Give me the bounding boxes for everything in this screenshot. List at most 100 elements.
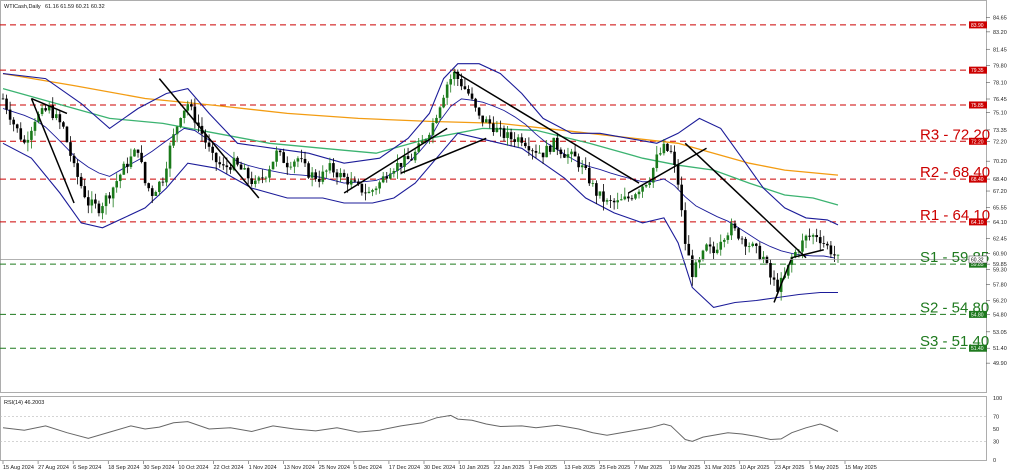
candle-body (62, 122, 65, 127)
candle-body (531, 150, 534, 152)
candle-body (669, 150, 673, 152)
candle-body (619, 199, 623, 201)
candle-body (236, 157, 239, 165)
candle-body (499, 127, 502, 129)
candle-body (275, 150, 278, 162)
y-tick-label: 65.55 (993, 205, 1007, 211)
y-tick-label: 68.40 (993, 177, 1007, 183)
candle-body (314, 172, 317, 179)
candle-body (229, 167, 232, 170)
y-tick-label: 64.10 (993, 220, 1007, 226)
candle-body (442, 97, 445, 108)
candle-body (243, 168, 246, 170)
candle-body (602, 191, 605, 202)
candle-body (101, 206, 104, 214)
candle-body (225, 165, 229, 168)
x-tick-label: 10 Jan 2025 (459, 465, 489, 471)
x-tick-label: 18 Sep 2024 (108, 465, 139, 471)
candle-body (293, 161, 296, 167)
candle-body (328, 163, 332, 171)
y-tick-label: 60.90 (993, 252, 1007, 258)
candle-body (630, 198, 634, 200)
candle-body (143, 162, 147, 184)
candle-body (90, 199, 94, 206)
y-tick-label: 49.90 (993, 361, 1007, 367)
rsi-y-tick-label: 0 (993, 458, 996, 464)
candle-body (129, 156, 133, 167)
level-price-tag-text: 79.35 (971, 68, 984, 74)
x-tick-label: 25 Feb 2025 (599, 465, 630, 471)
candle-body (214, 152, 218, 163)
x-tick-label: 15 Aug 2024 (3, 465, 34, 471)
candle-body (470, 93, 474, 99)
candle-body (250, 178, 254, 185)
candle-body (495, 127, 499, 132)
candle-body (115, 181, 119, 188)
candle-body (360, 183, 364, 193)
candle-body (541, 152, 545, 158)
candle-body (612, 200, 616, 203)
x-tick-label: 10 Apr 2025 (740, 465, 770, 471)
candle-body (30, 130, 33, 140)
candle-body (744, 238, 747, 247)
x-tick-label: 3 Feb 2025 (529, 465, 557, 471)
candle-body (282, 152, 286, 163)
candle-body (811, 235, 815, 237)
candle-body (150, 188, 154, 196)
candle-body (118, 174, 122, 182)
candle-body (488, 119, 492, 124)
candle-body (175, 126, 179, 135)
candle-body (673, 151, 676, 165)
candle-body (534, 151, 538, 153)
candle-body (715, 249, 719, 254)
candle-body (399, 162, 403, 167)
candle-body (637, 191, 641, 195)
candle-body (367, 191, 371, 194)
y-tick-label: 73.35 (993, 128, 1007, 134)
y-tick-label: 81.45 (993, 47, 1007, 53)
candle-body (317, 178, 321, 182)
candle-body (371, 190, 374, 192)
x-tick-label: 13 Nov 2024 (284, 465, 315, 471)
candle-body (815, 235, 818, 238)
candle-body (573, 151, 577, 157)
candle-body (76, 163, 79, 177)
candle-body (396, 162, 399, 172)
rsi-y-tick-label: 70 (993, 415, 999, 421)
y-tick-label: 56.20 (993, 298, 1007, 304)
level-price-tag-text: 51.40 (971, 346, 984, 352)
level-price-tag-text: 72.20 (971, 139, 984, 145)
candle-body (285, 162, 289, 168)
candle-body (694, 262, 698, 278)
candle-body (563, 154, 566, 158)
candle-body (140, 152, 143, 163)
x-tick-label: 5 May 2025 (810, 465, 839, 471)
candle-body (474, 98, 477, 108)
candle-body (307, 163, 310, 178)
candle-body (516, 137, 520, 142)
candle-body (353, 180, 357, 182)
candle-body (435, 117, 438, 124)
candle-body (502, 128, 506, 138)
candle-body (72, 155, 76, 164)
candle-body (19, 128, 23, 140)
price-panel (0, 0, 987, 393)
candle-body (392, 171, 396, 174)
rsi-y-tick-label: 100 (993, 396, 1002, 402)
candle-body (722, 239, 726, 242)
candle-body (609, 200, 612, 201)
candle-body (463, 86, 467, 89)
x-tick-label: 22 Oct 2024 (214, 465, 244, 471)
candle-body (481, 115, 484, 123)
x-tick-label: 15 May 2025 (845, 465, 877, 471)
candle-body (801, 240, 804, 252)
candle-body (339, 172, 342, 178)
x-tick-label: 17 Dec 2024 (389, 465, 420, 471)
candle-body (239, 164, 243, 170)
candle-body (12, 119, 15, 125)
candle-body (818, 237, 822, 244)
candle-body (1, 98, 5, 100)
candle-body (403, 156, 406, 167)
candle-body (513, 139, 516, 142)
candle-body (804, 235, 808, 241)
